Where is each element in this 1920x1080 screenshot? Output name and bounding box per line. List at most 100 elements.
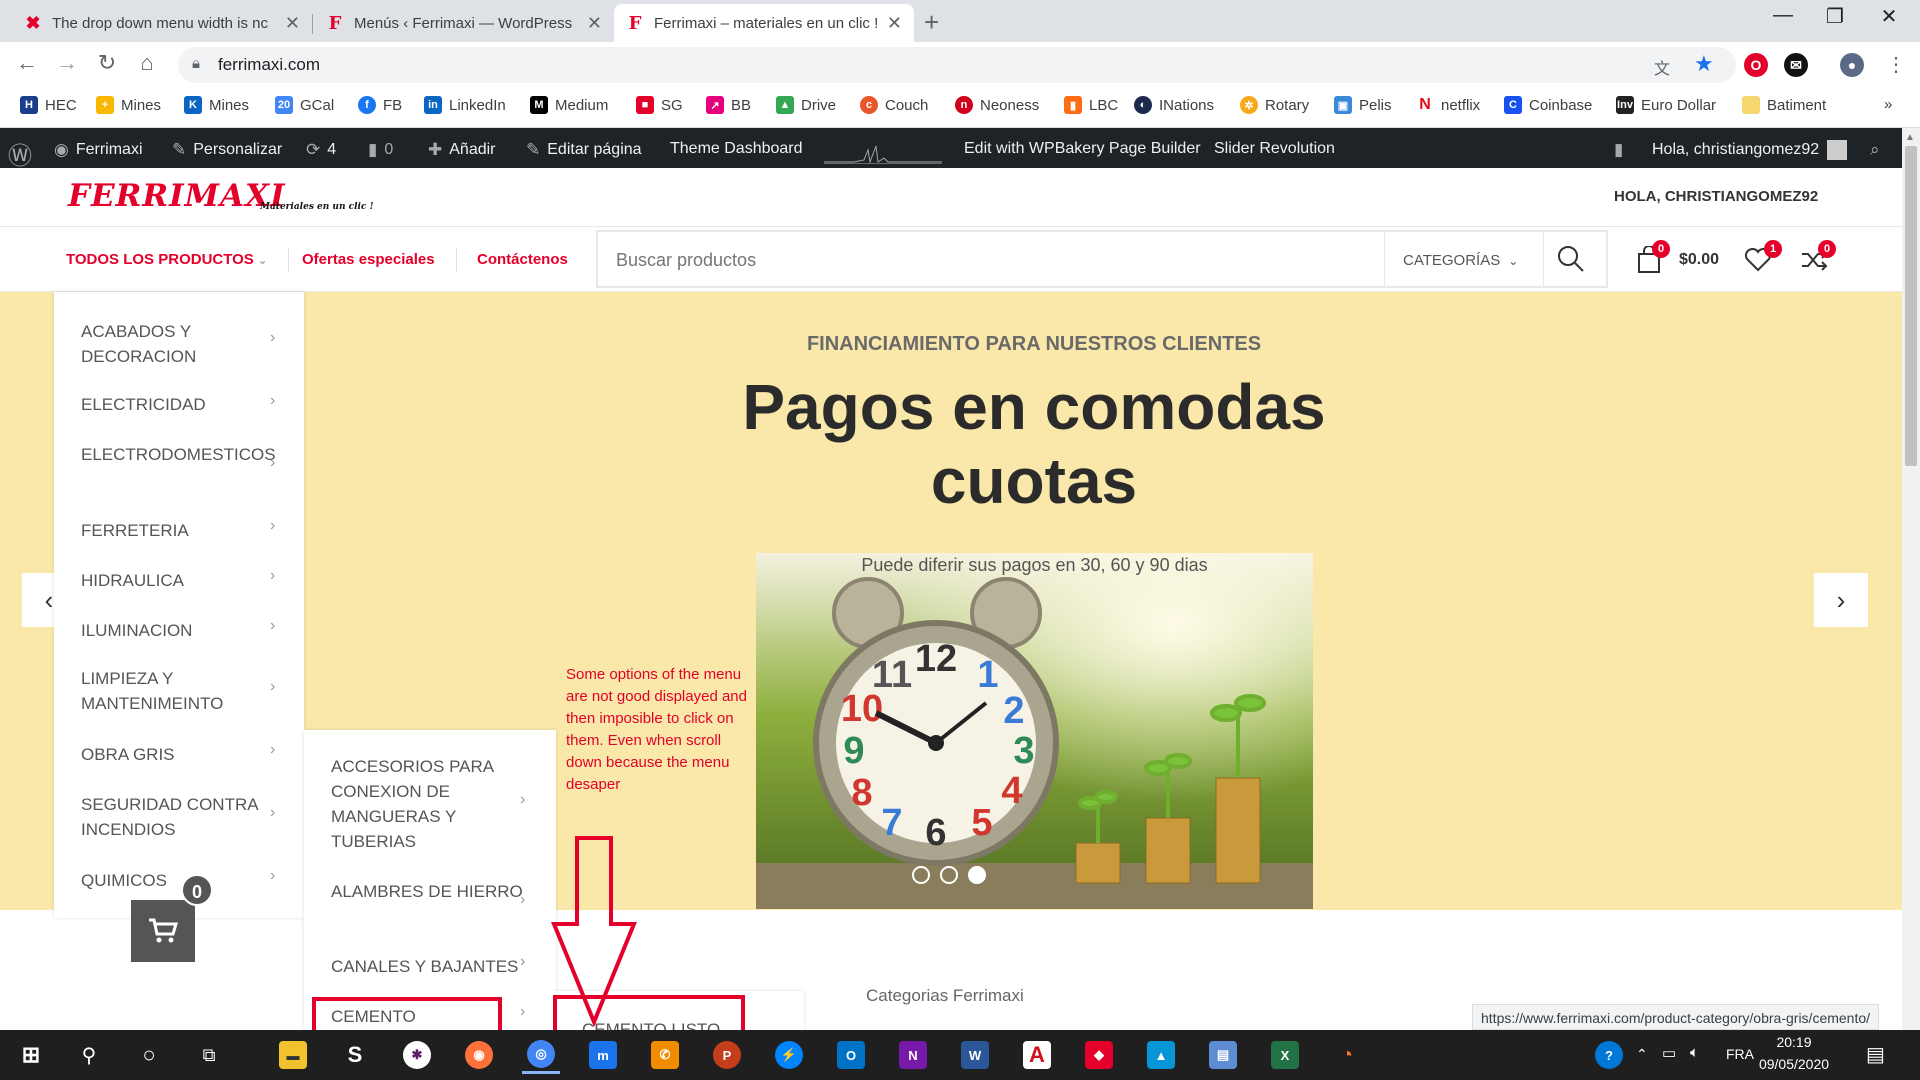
pdf-editor-icon[interactable]: ▤ (1204, 1036, 1242, 1074)
site-logo[interactable]: FERRIMAXI (68, 178, 286, 214)
word-icon[interactable]: W (956, 1036, 994, 1074)
help-icon[interactable]: ? (1590, 1036, 1628, 1074)
bookmark-neoness[interactable]: n Neoness (955, 96, 1039, 114)
whatsapp-icon[interactable]: ✆ (646, 1036, 684, 1074)
file-explorer-icon[interactable]: ▬ (274, 1036, 312, 1074)
wp-comments-link[interactable]: ▮ 0 (368, 140, 393, 160)
bookmark-mines-1[interactable]: + Mines (96, 96, 161, 114)
search-icon[interactable] (1556, 244, 1586, 279)
header-user-greeting[interactable]: HOLA, CHRISTIANGOMEZ92 (1614, 188, 1818, 205)
translate-icon[interactable]: 文 (1654, 55, 1670, 79)
slack-icon[interactable]: ✱ (398, 1036, 436, 1074)
slider-dot-1[interactable] (912, 866, 930, 884)
slider-dot-3-active[interactable] (968, 866, 986, 884)
submenu-item-accesorios[interactable]: ACCESORIOS PARA CONEXION DE MANGUERAS Y … (331, 754, 531, 854)
bookmark-netflix[interactable]: Nnetflix (1416, 96, 1480, 114)
url-text[interactable]: ferrimaxi.com (218, 55, 320, 75)
blender-icon[interactable]: ◔ (1328, 1036, 1366, 1074)
firefox-icon[interactable]: ◉ (460, 1036, 498, 1074)
submenu-item-canales[interactable]: CANALES Y BAJANTES (331, 954, 531, 979)
nav-special-offers[interactable]: Ofertas especiales (302, 251, 435, 268)
cart-total[interactable]: $0.00 (1679, 251, 1719, 269)
menu-item-electricidad[interactable]: ELECTRICIDAD (81, 392, 276, 417)
bookmark-lbc[interactable]: ▮ LBC (1064, 96, 1118, 114)
wp-account-link[interactable]: Hola, christiangomez92 (1652, 140, 1848, 160)
wp-theme-dashboard-link[interactable]: Theme Dashboard (670, 140, 803, 158)
powerpoint-icon[interactable]: P (708, 1036, 746, 1074)
autocad-icon[interactable]: ▲ (1142, 1036, 1180, 1074)
scrollbar-thumb[interactable] (1905, 146, 1917, 466)
tray-chevron-icon[interactable]: ⌃ (1636, 1046, 1648, 1063)
slider-dot-2[interactable] (940, 866, 958, 884)
wp-notification-icon[interactable]: ▮ (1614, 140, 1630, 160)
volume-icon[interactable]: 🔈︎ (1690, 1044, 1699, 1061)
bookmark-mines-2[interactable]: K Mines (184, 96, 249, 114)
taskbar-time[interactable]: 20:19 (1754, 1034, 1834, 1050)
meet-icon[interactable]: m (584, 1036, 622, 1074)
browser-tab-3-active[interactable]: F Ferrimaxi – materiales en un clic ! ✕ (614, 4, 914, 42)
bookmark-medium[interactable]: M Medium (530, 96, 608, 114)
bookmark-star-icon[interactable]: ★ (1694, 51, 1714, 77)
sketchup-icon[interactable]: ◆ (1080, 1036, 1118, 1074)
windows-start-icon[interactable]: ⊞ (12, 1036, 50, 1074)
chrome-menu-icon[interactable]: ⋮ (1886, 52, 1906, 77)
bookmark-pelis[interactable]: ▣ Pelis (1334, 96, 1392, 114)
wp-slider-revolution-link[interactable]: Slider Revolution (1214, 140, 1335, 158)
home-icon[interactable]: ⌂ (132, 50, 162, 76)
bookmark-gcal[interactable]: 20 GCal (275, 96, 334, 114)
bookmark-bb[interactable]: ↗ BB (706, 96, 751, 114)
nav-contact[interactable]: Contáctenos (477, 251, 568, 268)
menu-item-seguridad[interactable]: SEGURIDAD CONTRA INCENDIOS (81, 792, 276, 842)
bookmark-sg[interactable]: ■ SG (636, 96, 683, 114)
browser-tab-1[interactable]: ✖ The drop down menu width is nc ✕ (12, 4, 312, 42)
menu-item-ferreteria[interactable]: FERRETERIA (81, 518, 276, 543)
wp-wpbakery-link[interactable]: Edit with WPBakery Page Builder (964, 140, 1201, 158)
scroll-up-icon[interactable]: ▲ (1905, 132, 1915, 143)
acrobat-icon[interactable]: A (1018, 1036, 1056, 1074)
menu-item-iluminacion[interactable]: ILUMINACION (81, 618, 276, 643)
maximize-icon[interactable]: ❐ (1812, 4, 1858, 29)
profile-avatar-icon[interactable]: ● (1840, 53, 1864, 77)
wp-search-icon[interactable]: ⌕ (1870, 140, 1887, 160)
bookmark-linkedin[interactable]: in LinkedIn (424, 96, 506, 114)
menu-item-quimicos[interactable]: QUIMICOS (81, 868, 276, 893)
bookmark-hec[interactable]: H HEC (20, 96, 77, 114)
bookmark-coinbase[interactable]: C Coinbase (1504, 96, 1592, 114)
wp-site-link[interactable]: ◉ Ferrimaxi (54, 140, 143, 160)
bookmark-fb[interactable]: f FB (358, 96, 402, 114)
bookmark-inations[interactable]: ◐ INations (1134, 96, 1214, 114)
back-arrow-icon[interactable]: ← (12, 50, 42, 76)
chat-extension-icon[interactable]: ✉ (1784, 53, 1808, 77)
messenger-icon[interactable]: ⚡ (770, 1036, 808, 1074)
onenote-icon[interactable]: N (894, 1036, 932, 1074)
cortana-icon[interactable]: ○ (130, 1036, 168, 1074)
app-s-icon[interactable]: S (336, 1036, 374, 1074)
close-tab-icon[interactable]: ✕ (587, 13, 602, 34)
lock-icon[interactable]: 🔒︎ (192, 55, 200, 72)
menu-item-obra-gris[interactable]: OBRA GRIS (81, 742, 276, 767)
minimize-icon[interactable]: — (1760, 4, 1806, 27)
wp-customize-link[interactable]: ✎ Personalizar (172, 140, 282, 160)
close-tab-icon[interactable]: ✕ (285, 13, 300, 34)
bookmarks-overflow-icon[interactable]: » (1884, 96, 1892, 113)
menu-item-acabados[interactable]: ACABADOS Y DECORACION (81, 319, 276, 369)
search-icon[interactable]: ⚲ (70, 1036, 108, 1074)
product-search-input[interactable] (616, 250, 1316, 271)
menu-item-hidraulica[interactable]: HIDRAULICA (81, 568, 276, 593)
bookmark-batiment[interactable]: Batiment (1742, 96, 1826, 114)
reload-icon[interactable]: ↻ (92, 50, 122, 76)
close-tab-icon[interactable]: ✕ (887, 13, 902, 34)
battery-icon[interactable]: ▭ (1662, 1044, 1676, 1062)
wp-add-new-link[interactable]: ✚ Añadir (428, 140, 496, 160)
nav-all-products[interactable]: TODOS LOS PRODUCTOS ⌄ (66, 251, 267, 268)
opera-extension-icon[interactable]: O (1744, 53, 1768, 77)
new-tab-button[interactable]: + (924, 7, 939, 38)
wordpress-logo-icon[interactable]: Ⓦ (8, 136, 39, 171)
bookmark-rotary[interactable]: ✲ Rotary (1240, 96, 1309, 114)
slider-next-button[interactable]: › (1814, 573, 1868, 627)
menu-item-electrodomesticos[interactable]: ELECTRODOMESTICOS (81, 442, 276, 467)
chrome-icon[interactable]: ◎ (522, 1036, 560, 1074)
bookmark-euro-dollar[interactable]: Inv Euro Dollar (1616, 96, 1716, 114)
submenu-item-alambres[interactable]: ALAMBRES DE HIERRO (331, 879, 531, 904)
menu-item-limpieza[interactable]: LIMPIEZA Y MANTENIMEINTO (81, 666, 276, 716)
